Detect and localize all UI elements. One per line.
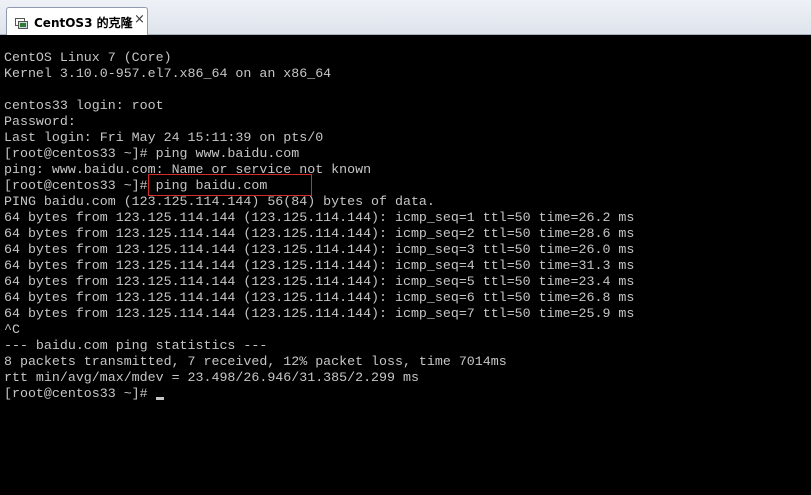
console-line: centos33 login: root	[4, 98, 164, 113]
console-line: [root@centos33 ~]# ping www.baidu.com	[4, 146, 300, 161]
console-line: 64 bytes from 123.125.114.144 (123.125.1…	[4, 226, 635, 241]
console-line: ^C	[4, 322, 20, 337]
console-line: [root@centos33 ~]#	[4, 386, 148, 401]
console-line: PING baidu.com (123.125.114.144) 56(84) …	[4, 194, 435, 209]
tab-title: CentOS3 的克隆	[34, 16, 133, 30]
console-line: Kernel 3.10.0-957.el7.x86_64 on an x86_6…	[4, 66, 332, 81]
console-line: 64 bytes from 123.125.114.144 (123.125.1…	[4, 258, 635, 273]
console-line: 64 bytes from 123.125.114.144 (123.125.1…	[4, 274, 635, 289]
console-line: 64 bytes from 123.125.114.144 (123.125.1…	[4, 306, 635, 321]
console-line: 64 bytes from 123.125.114.144 (123.125.1…	[4, 242, 635, 257]
console-line: rtt min/avg/max/mdev = 23.498/26.946/31.…	[4, 370, 419, 385]
close-icon[interactable]: ×	[134, 12, 145, 27]
text-cursor	[156, 397, 164, 400]
tab-bar: CentOS3 的克隆 ×	[0, 0, 811, 35]
console-line: 8 packets transmitted, 7 received, 12% p…	[4, 354, 507, 369]
command-highlight-box	[148, 174, 312, 196]
console-line: 64 bytes from 123.125.114.144 (123.125.1…	[4, 290, 635, 305]
console-line: 64 bytes from 123.125.114.144 (123.125.1…	[4, 210, 635, 225]
vm-icon	[15, 15, 28, 29]
console-line: Password:	[4, 114, 76, 129]
console-line: Last login: Fri May 24 15:11:39 on pts/0	[4, 130, 324, 145]
console-line: --- baidu.com ping statistics ---	[4, 338, 268, 353]
console-line: CentOS Linux 7 (Core)	[4, 50, 172, 65]
tab-centos3-clone[interactable]: CentOS3 的克隆 ×	[6, 7, 148, 35]
